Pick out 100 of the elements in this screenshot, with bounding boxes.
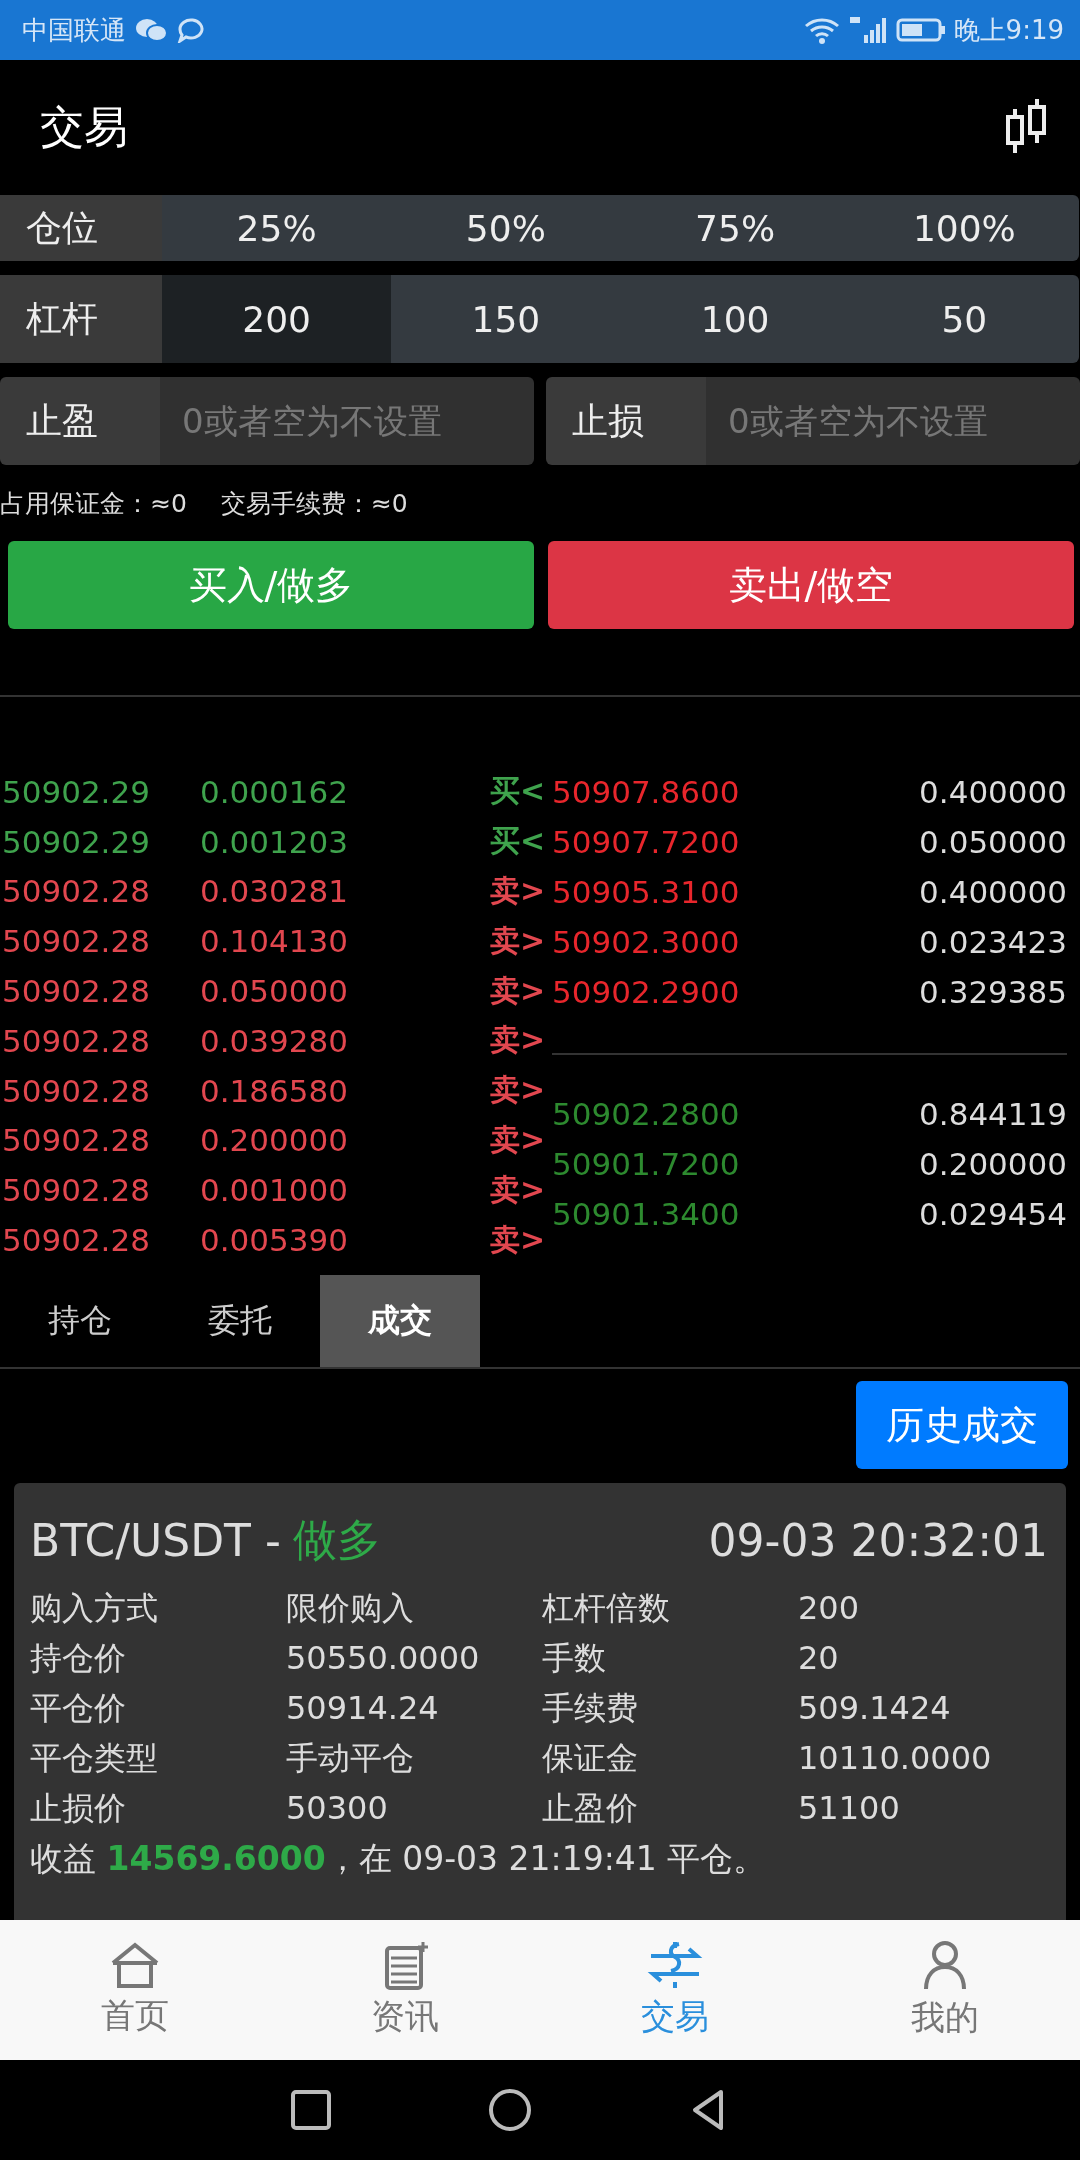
field-label: 保证金 (542, 1738, 639, 1779)
direction-text: 做多 (292, 1513, 381, 1567)
trade-price: 50902.28 (1, 923, 151, 960)
trade-amount: 0.200000 (200, 1122, 349, 1159)
exchange-arrows-icon (645, 1940, 705, 1990)
trade-side: 卖> (490, 872, 546, 910)
trade-price: 50902.28 (1, 873, 151, 910)
ask-price: 50902.2900 (552, 974, 740, 1010)
field-value: 50550.0000 (286, 1638, 481, 1679)
field-value: 20 (798, 1638, 840, 1679)
profit-text: 收益 14569.6000，在 09-03 21:19:41 平仓。 (30, 1838, 768, 1880)
field-value: 509.1424 (798, 1688, 952, 1729)
tab[interactable]: 委托 (160, 1275, 320, 1367)
bid-amount: 0.844119 (919, 1096, 1067, 1132)
field-value: 51100 (798, 1788, 901, 1829)
ask-amount: 0.329385 (919, 974, 1067, 1010)
field-value: 50914.24 (286, 1688, 440, 1729)
bid-price: 50901.3400 (552, 1196, 740, 1232)
trade-side: 卖> (490, 1120, 546, 1159)
trade-price: 50902.28 (1, 1072, 151, 1109)
position-option[interactable]: 75% (620, 195, 850, 261)
recent-apps-icon[interactable] (289, 2088, 333, 2132)
leverage-option[interactable]: 50 (849, 275, 1079, 363)
trade-amount: 0.050000 (200, 973, 349, 1010)
trade-price: 50902.28 (1, 1022, 151, 1059)
trade-side: 卖> (490, 1220, 546, 1259)
leverage-option[interactable]: 150 (391, 275, 621, 363)
field-value: 手动平仓 (286, 1738, 415, 1779)
trade-amount: 0.001203 (200, 823, 349, 860)
trade-price: 50902.28 (1, 1222, 151, 1259)
field-value: 10110.0000 (798, 1738, 993, 1779)
trade-price: 50902.29 (1, 773, 151, 810)
field-label: 止损价 (30, 1788, 127, 1829)
tab[interactable]: 成交 (320, 1275, 480, 1367)
field-value: 限价购入 (286, 1588, 415, 1629)
field-value: 50300 (286, 1788, 389, 1829)
position-option[interactable]: 25% (162, 195, 392, 261)
nav-me-item[interactable]: 我的 (810, 1920, 1080, 2060)
trade-side: 买< (490, 772, 546, 811)
ask-price: 50902.3000 (552, 924, 740, 960)
ask-amount: 0.023423 (919, 924, 1067, 960)
ask-price: 50905.3100 (552, 874, 740, 910)
home-circle-icon[interactable] (488, 2088, 532, 2132)
history-button[interactable]: 历史成交 (856, 1381, 1068, 1469)
trade-side: 卖> (490, 1021, 546, 1060)
trade-price: 50902.28 (1, 1122, 151, 1159)
trade-side: 卖> (490, 971, 546, 1010)
info-text: 占用保证金：≈0 (0, 487, 187, 520)
trade-amount: 0.039280 (200, 1022, 349, 1059)
position-option[interactable]: 100% (849, 195, 1079, 261)
wifi-icon (803, 16, 840, 44)
trade-time: 09-03 20:32:01 (708, 1515, 1048, 1566)
chat-bubbles-icon (134, 17, 168, 43)
field-label: 杠杆倍数 (542, 1588, 671, 1629)
input-field[interactable]: 0或者空为不设置 (706, 377, 1080, 465)
trade-side: 卖> (490, 1071, 546, 1110)
trade-price: 50902.28 (1, 1172, 151, 1209)
signal-icon (847, 15, 888, 45)
chat-bubble-icon (176, 17, 206, 43)
bid-price: 50902.2800 (552, 1096, 740, 1132)
position-label: 仓位 (0, 195, 162, 261)
trade-side: 买< (490, 822, 546, 861)
stop-label: 止损 (546, 377, 706, 465)
trade-amount: 0.030281 (200, 873, 349, 910)
bid-amount: 0.029454 (919, 1196, 1067, 1232)
ask-amount: 0.400000 (919, 774, 1067, 810)
ask-price: 50907.7200 (552, 824, 740, 860)
trade-amount: 0.001000 (200, 1172, 349, 1209)
trade-price: 50902.29 (1, 823, 151, 860)
field-label: 持仓价 (30, 1638, 127, 1679)
trade-amount: 0.186580 (200, 1072, 349, 1109)
trade-amount: 0.104130 (200, 923, 349, 960)
tab[interactable]: 持仓 (0, 1275, 160, 1367)
field-label: 止盈价 (542, 1788, 639, 1829)
bid-amount: 0.200000 (919, 1146, 1067, 1182)
field-label: 手数 (542, 1638, 607, 1679)
input-field[interactable]: 0或者空为不设置 (160, 377, 534, 465)
trade-amount: 0.005390 (200, 1222, 349, 1259)
trade-amount: 0.000162 (200, 773, 349, 810)
battery-icon (895, 17, 946, 43)
ask-amount: 0.400000 (919, 874, 1067, 910)
leverage-option[interactable]: 100 (620, 275, 850, 363)
trade-side: 卖> (490, 1170, 546, 1209)
sell-button[interactable]: 卖出/做空 (548, 541, 1074, 629)
carrier-name: 中国联通 (22, 13, 126, 47)
page-title: 交易 (40, 100, 128, 154)
position-option[interactable]: 50% (391, 195, 621, 261)
trade-side: 卖> (490, 921, 546, 960)
leverage-option[interactable]: 200 (162, 275, 392, 363)
ask-price: 50907.8600 (552, 774, 740, 810)
info-text: 交易手续费：≈0 (220, 487, 408, 520)
trade-price: 50902.28 (1, 973, 151, 1010)
clock-time: 晚上9:19 (953, 13, 1064, 47)
field-label: 平仓类型 (30, 1738, 159, 1779)
ask-amount: 0.050000 (919, 824, 1067, 860)
field-label: 手续费 (542, 1688, 639, 1729)
house-icon (109, 1941, 161, 1989)
field-label: 平仓价 (30, 1688, 127, 1729)
nav-home-item[interactable]: 首页 (0, 1920, 270, 2060)
nav-news-item[interactable]: 资讯 (270, 1920, 540, 2060)
